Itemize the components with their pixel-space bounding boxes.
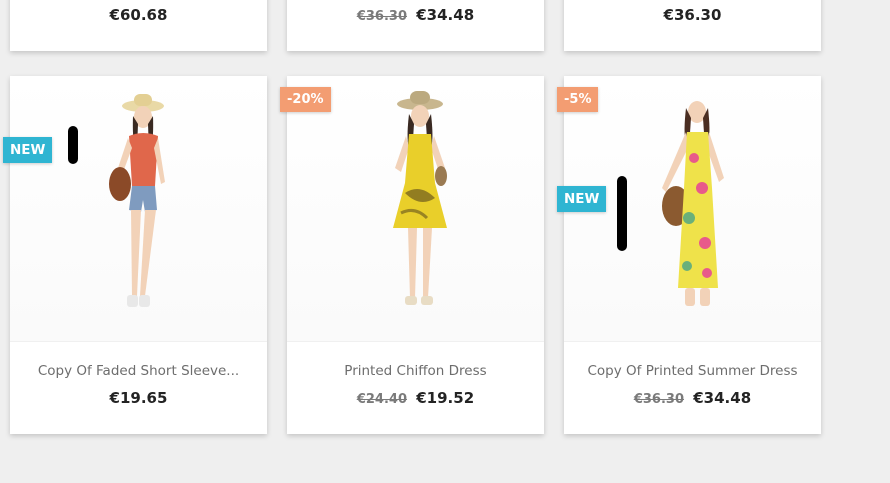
new-badge: NEW: [3, 137, 53, 163]
product-price: €19.52: [416, 389, 475, 407]
product-price: €34.48: [416, 6, 475, 24]
product-price-line: €19.65: [10, 389, 267, 407]
product-price: €36.30: [663, 6, 722, 24]
product-card-top-2[interactable]: €36.30 €34.48: [287, 0, 544, 51]
woman-yellow-dress-image-icon: [393, 91, 447, 305]
product-name[interactable]: Copy Of Printed Summer Dress: [564, 363, 821, 379]
product-price: €60.68: [109, 6, 168, 24]
product-name[interactable]: Copy Of Faded Short Sleeve...: [10, 363, 267, 379]
product-card-2[interactable]: -20% Printed Chiffon Dress €24.40 €19.52: [280, 76, 544, 434]
product-card-3[interactable]: -5% NEW Copy Of Printed Summer Dress €36…: [557, 76, 821, 434]
woman-shorts-image-icon: [109, 94, 165, 307]
product-price-line: €24.40 €19.52: [287, 389, 544, 407]
product-price-line: €60.68: [10, 6, 267, 24]
product-price-line: €36.30 €34.48: [287, 6, 544, 24]
woman-floral-maxi-image-icon: [662, 101, 724, 306]
product-name[interactable]: Printed Chiffon Dress: [287, 363, 544, 379]
product-old-price: €36.30: [356, 9, 408, 24]
product-old-price: €36.30: [633, 392, 685, 407]
product-price: €34.48: [693, 389, 752, 407]
product-card-top-1[interactable]: €60.68: [10, 0, 267, 51]
product-card-top-3[interactable]: €36.30: [564, 0, 821, 51]
discount-badge: -20%: [280, 87, 331, 112]
new-badge: NEW: [557, 186, 607, 212]
discount-badge: -5%: [557, 87, 599, 112]
product-card-1[interactable]: NEW Copy Of Faded Short Sleeve... €19.65: [3, 76, 267, 434]
redaction-mark: [68, 126, 78, 164]
product-price: €19.65: [109, 389, 168, 407]
product-old-price: €24.40: [356, 392, 408, 407]
product-image[interactable]: [287, 76, 544, 342]
product-price-line: €36.30: [564, 6, 821, 24]
redaction-mark: [617, 176, 627, 251]
product-image[interactable]: [10, 76, 267, 342]
product-price-line: €36.30 €34.48: [564, 389, 821, 407]
